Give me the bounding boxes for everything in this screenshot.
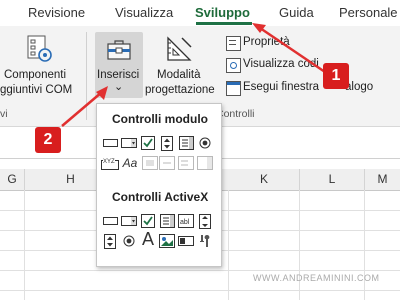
annotation-arrow-1 [259,26,326,74]
annotation-badge-2: 2 [35,127,61,153]
watermark: WWW.ANDREAMININI.COM [253,273,380,283]
annotation-badge-1: 1 [323,63,349,89]
annotation-arrow-2 [61,91,103,127]
annotation-arrowhead-2 [96,86,108,100]
